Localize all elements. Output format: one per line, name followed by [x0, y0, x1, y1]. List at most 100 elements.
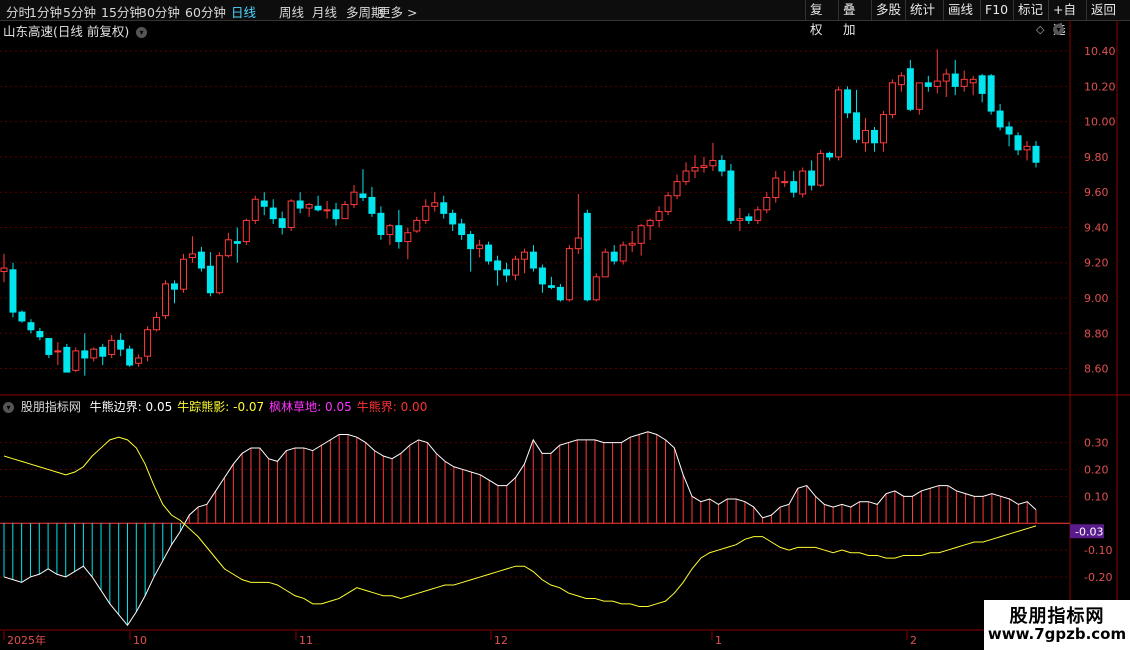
- candle-body: [233, 241, 241, 244]
- toolbar-button-8[interactable]: 返回: [1086, 0, 1130, 20]
- candle-body: [709, 159, 717, 167]
- candle-body: [817, 152, 825, 186]
- tab-1[interactable]: 1分钟: [29, 2, 62, 21]
- candle-body: [503, 269, 511, 276]
- candle-body: [206, 265, 214, 294]
- candle-body: [63, 346, 71, 373]
- candle-body: [467, 234, 475, 250]
- candle-body: [727, 170, 735, 221]
- candle-body: [251, 198, 259, 221]
- date-label: 2025年: [7, 633, 46, 647]
- candle-body: [458, 223, 466, 236]
- toolbar-button-6[interactable]: 标记: [1013, 0, 1048, 20]
- tab-10[interactable]: 更多 >: [378, 2, 417, 21]
- candle-body: [440, 202, 448, 214]
- tab-5[interactable]: 60分钟: [185, 2, 226, 21]
- candle-body: [359, 193, 367, 198]
- price-tick-label: 9.60: [1084, 186, 1109, 199]
- tab-4[interactable]: 30分钟: [139, 2, 180, 21]
- candle-body: [296, 200, 304, 209]
- indicator-tick-label: -0.10: [1084, 544, 1112, 557]
- price-tick-label: 9.20: [1084, 257, 1109, 270]
- candle-body: [431, 202, 439, 207]
- candle-body: [386, 225, 394, 236]
- toolbar-button-2[interactable]: 多股: [871, 0, 905, 20]
- candle-body: [853, 112, 861, 140]
- candle-body: [987, 75, 995, 112]
- candle-body: [153, 316, 161, 331]
- price-tick-label: 10.00: [1084, 116, 1116, 129]
- toolbar-button-5[interactable]: F10: [980, 0, 1013, 20]
- tab-3[interactable]: 15分钟: [101, 2, 142, 21]
- candle-body: [27, 322, 35, 331]
- candle-body: [117, 339, 125, 350]
- candle-body: [135, 357, 143, 364]
- candle-body: [520, 251, 528, 260]
- candle-body: [260, 200, 268, 207]
- candle-body: [673, 181, 681, 197]
- candle-body: [835, 89, 843, 158]
- candle-body: [870, 129, 878, 144]
- toolbar-button-1[interactable]: 叠加: [838, 0, 871, 37]
- tab-2[interactable]: 5分钟: [63, 2, 96, 21]
- price-tick-label: 9.40: [1084, 221, 1109, 234]
- candle-body: [664, 195, 672, 213]
- tab-6[interactable]: 日线: [231, 2, 256, 21]
- candle-body: [897, 75, 905, 86]
- candle-body: [54, 350, 62, 353]
- indicator-tick-label: 0.30: [1084, 437, 1109, 450]
- candle-body: [404, 232, 412, 243]
- candle-body: [332, 209, 340, 220]
- candle-body: [395, 225, 403, 243]
- toolbar-button-0[interactable]: 复权: [805, 0, 838, 37]
- candle-body: [646, 219, 654, 227]
- candle-body: [305, 204, 313, 209]
- candle-body: [637, 225, 645, 244]
- candle-body: [969, 78, 977, 84]
- toolbar-button-7[interactable]: +自选: [1048, 0, 1086, 37]
- candle-body: [574, 237, 582, 250]
- candle-body: [906, 68, 914, 110]
- price-tick-label: 9.80: [1084, 151, 1109, 164]
- date-label: 11: [299, 634, 313, 647]
- candle-body: [565, 248, 573, 301]
- candle-body: [529, 251, 537, 269]
- candle-body: [90, 348, 98, 359]
- candle-body: [341, 204, 349, 220]
- price-tick-label: 8.60: [1084, 363, 1109, 376]
- candle-body: [323, 209, 331, 212]
- candle-body: [350, 191, 358, 206]
- candle-body: [377, 212, 385, 236]
- indicator-tick-label: 0.20: [1084, 463, 1109, 476]
- candle-body: [682, 170, 690, 183]
- candle-body: [915, 82, 923, 110]
- candle-body: [808, 170, 816, 186]
- candle-body: [996, 110, 1004, 128]
- candle-body: [269, 207, 277, 220]
- tab-0[interactable]: 分时: [6, 2, 31, 21]
- candle-body: [1014, 135, 1022, 151]
- candle-body: [242, 219, 250, 243]
- candle-body: [368, 196, 376, 214]
- candle-body: [960, 78, 968, 87]
- toolbar-button-4[interactable]: 画线: [943, 0, 980, 20]
- candle-body: [547, 285, 555, 288]
- candle-body: [538, 267, 546, 285]
- candle-body: [449, 212, 457, 225]
- candle-body: [772, 177, 780, 198]
- candle-body: [422, 205, 430, 221]
- candle-body: [108, 339, 116, 355]
- trend-line: [3, 436, 1037, 607]
- indicator-tick-label: 0.10: [1084, 490, 1109, 503]
- toolbar-button-3[interactable]: 统计: [905, 0, 943, 20]
- candle-body: [485, 244, 493, 262]
- candle-body: [933, 80, 941, 87]
- candle-body: [162, 283, 170, 317]
- tab-7[interactable]: 周线: [279, 2, 304, 21]
- candle-body: [745, 216, 753, 221]
- candle-body: [18, 311, 26, 322]
- candle-body: [799, 170, 807, 195]
- tab-8[interactable]: 月线: [312, 2, 337, 21]
- price-tick-label: 10.20: [1084, 80, 1116, 93]
- date-label: 2: [910, 634, 917, 647]
